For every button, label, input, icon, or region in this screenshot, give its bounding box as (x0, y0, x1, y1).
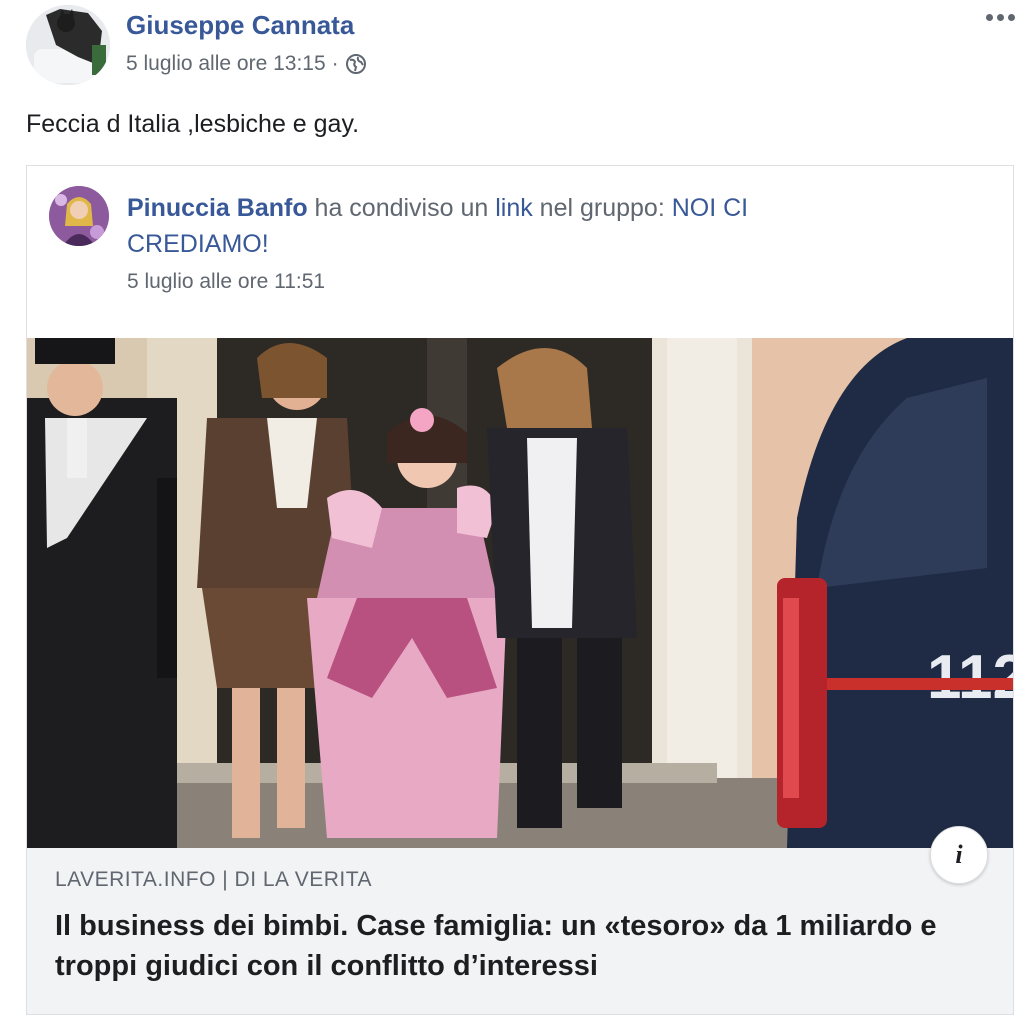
feed-post: Giuseppe Cannata 5 luglio alle ore 13:15… (0, 0, 1024, 1024)
dot (986, 14, 993, 21)
info-icon-glyph: i (955, 840, 963, 869)
shared-timestamp[interactable]: 5 luglio alle ore 11:51 (127, 270, 325, 294)
info-icon[interactable]: i (930, 826, 988, 884)
globe-icon[interactable] (345, 53, 367, 75)
share-middle-text: nel gruppo: (532, 194, 672, 222)
shared-author-avatar[interactable] (49, 186, 109, 246)
more-options-icon[interactable] (986, 14, 1015, 21)
share-header: Pinuccia Banfo ha condiviso un link nel … (127, 190, 887, 262)
link-source: LAVERITA.INFO | DI LA VERITA (55, 868, 373, 891)
car-number-text: 112 (927, 643, 1013, 712)
shared-post: Pinuccia Banfo ha condiviso un link nel … (26, 165, 1014, 1015)
meta-separator: · (331, 52, 339, 75)
shared-link[interactable]: link (495, 194, 533, 222)
post-meta: 5 luglio alle ore 13:15 · (126, 52, 367, 76)
dot (1008, 14, 1015, 21)
shared-author-name[interactable]: Pinuccia Banfo (127, 194, 308, 222)
share-action-text: ha condiviso un (307, 194, 496, 222)
author-name[interactable]: Giuseppe Cannata (126, 10, 354, 41)
post-timestamp[interactable]: 5 luglio alle ore 13:15 (126, 52, 326, 76)
dot (997, 14, 1004, 21)
author-avatar[interactable] (26, 5, 110, 85)
post-text: Feccia d Italia ,lesbiche e gay. (26, 110, 360, 138)
link-preview-image[interactable]: 112 (27, 338, 1013, 848)
link-preview-caption[interactable]: LAVERITA.INFO | DI LA VERITA Il business… (27, 848, 1013, 1014)
link-headline[interactable]: Il business dei bimbi. Case famiglia: un… (55, 906, 975, 986)
